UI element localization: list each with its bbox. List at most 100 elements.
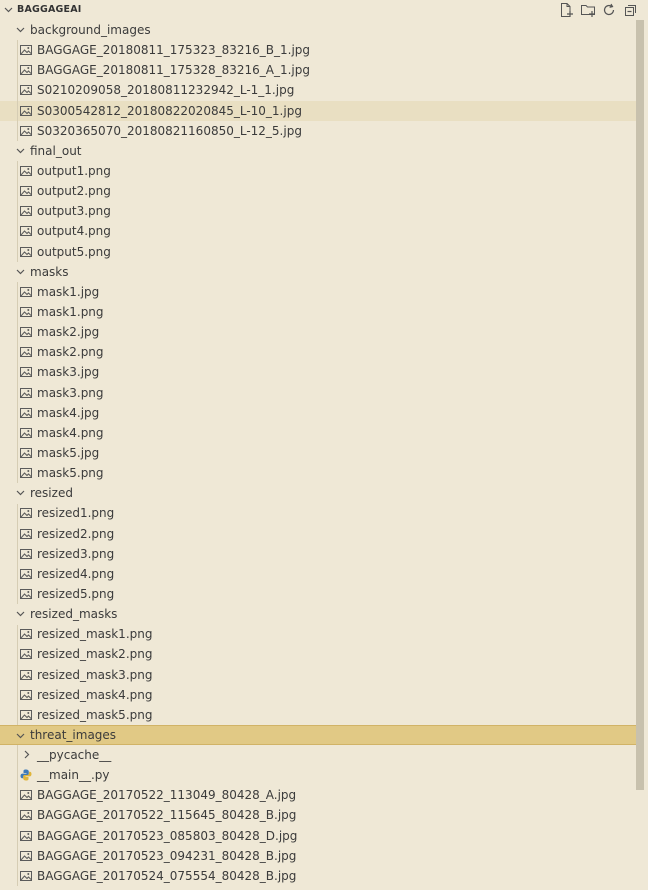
file-row[interactable]: BAGGAGE_20170523_085803_80428_D.jpg: [0, 826, 636, 846]
file-row[interactable]: mask3.jpg: [0, 362, 636, 382]
file-label: output2.png: [37, 184, 111, 199]
file-label: mask4.png: [37, 425, 104, 440]
file-label: resized1.png: [37, 506, 115, 521]
image-file-icon: [20, 548, 32, 559]
file-row[interactable]: mask5.jpg: [0, 443, 636, 463]
file-row[interactable]: output5.png: [0, 242, 636, 262]
file-row[interactable]: mask2.jpg: [0, 322, 636, 342]
file-row[interactable]: resized5.png: [0, 584, 636, 604]
folder-row-resized_masks[interactable]: resized_masks: [0, 604, 636, 624]
chevron-down-icon: [16, 269, 25, 275]
file-label: output1.png: [37, 163, 111, 178]
chevron-right-icon: [24, 750, 30, 759]
file-row[interactable]: output1.png: [0, 161, 636, 181]
explorer-header[interactable]: BAGGAGEAI: [0, 0, 648, 20]
chevron-down-icon: [16, 490, 25, 496]
image-file-icon: [20, 588, 32, 599]
image-file-icon: [20, 669, 32, 680]
image-file-icon: [20, 387, 32, 398]
file-row[interactable]: resized_mask1.png: [0, 624, 636, 644]
image-file-icon: [20, 649, 32, 660]
image-file-icon: [20, 810, 32, 821]
new-file-icon[interactable]: [558, 2, 574, 18]
folder-label: resized_masks: [30, 607, 118, 622]
folder-row-threat_images[interactable]: threat_images: [0, 724, 636, 746]
file-label: S0320365070_20180821160850_L-12_5.jpg: [37, 123, 302, 138]
image-file-icon: [20, 407, 32, 418]
file-row[interactable]: mask2.png: [0, 342, 636, 362]
file-row[interactable]: output3.png: [0, 201, 636, 221]
image-file-icon: [20, 830, 32, 841]
image-file-icon: [20, 45, 32, 56]
file-row[interactable]: resized1.png: [0, 503, 636, 523]
file-row[interactable]: BAGGAGE_20170523_094231_80428_B.jpg: [0, 846, 636, 866]
file-row[interactable]: resized_mask5.png: [0, 705, 636, 725]
file-label: BAGGAGE_20170523_085803_80428_D.jpg: [37, 828, 298, 843]
image-file-icon: [20, 306, 32, 317]
file-label: S0300542812_20180822020845_L-10_1.jpg: [37, 103, 302, 118]
file-row[interactable]: mask4.png: [0, 423, 636, 443]
file-row[interactable]: resized4.png: [0, 564, 636, 584]
file-row[interactable]: mask3.png: [0, 383, 636, 403]
file-row[interactable]: resized2.png: [0, 524, 636, 544]
file-label: output3.png: [37, 204, 111, 219]
folder-row-background_images[interactable]: background_images: [0, 20, 636, 40]
image-file-icon: [20, 468, 32, 479]
file-label: S0210209058_20180811232942_L-1_1.jpg: [37, 83, 295, 98]
file-row[interactable]: output2.png: [0, 181, 636, 201]
file-label: BAGGAGE_20180811_175328_83216_A_1.jpg: [37, 63, 310, 78]
file-row[interactable]: resized3.png: [0, 544, 636, 564]
scrollbar-thumb[interactable]: [636, 20, 644, 790]
python-file-icon: [20, 769, 32, 781]
folder-row-final_out[interactable]: final_out: [0, 141, 636, 161]
file-row[interactable]: resized_mask3.png: [0, 665, 636, 685]
folder-row-__pycache__[interactable]: __pycache__: [0, 745, 636, 765]
chevron-down-icon: [16, 733, 25, 739]
new-folder-icon[interactable]: [580, 2, 596, 18]
file-label: resized_mask2.png: [37, 647, 153, 662]
image-file-icon: [20, 709, 32, 720]
file-row[interactable]: BAGGAGE_20170522_113049_80428_A.jpg: [0, 785, 636, 805]
file-label: mask1.jpg: [37, 284, 100, 299]
chevron-down-icon[interactable]: [3, 4, 14, 15]
image-file-icon: [20, 286, 32, 297]
image-file-icon: [20, 186, 32, 197]
file-row[interactable]: __main__.py: [0, 765, 636, 785]
file-row[interactable]: mask5.png: [0, 463, 636, 483]
file-row[interactable]: mask1.png: [0, 302, 636, 322]
file-label: output5.png: [37, 244, 111, 259]
file-row[interactable]: BAGGAGE_20170522_115645_80428_B.jpg: [0, 805, 636, 825]
image-file-icon: [20, 790, 32, 801]
file-label: mask1.png: [37, 304, 104, 319]
file-row[interactable]: S0320365070_20180821160850_L-12_5.jpg: [0, 121, 636, 141]
folder-label: final_out: [30, 143, 82, 158]
file-label: mask4.jpg: [37, 405, 100, 420]
file-row[interactable]: S0210209058_20180811232942_L-1_1.jpg: [0, 80, 636, 100]
refresh-icon[interactable]: [601, 2, 617, 18]
chevron-down-icon: [16, 611, 25, 617]
file-row[interactable]: BAGGAGE_20170524_075554_80428_B.jpg: [0, 866, 636, 886]
file-label: output4.png: [37, 224, 111, 239]
file-row[interactable]: resized_mask2.png: [0, 644, 636, 664]
image-file-icon: [20, 447, 32, 458]
image-file-icon: [20, 427, 32, 438]
folder-row-masks[interactable]: masks: [0, 262, 636, 282]
file-label: BAGGAGE_20170523_094231_80428_B.jpg: [37, 848, 297, 863]
file-row[interactable]: mask1.jpg: [0, 282, 636, 302]
indent-guide: [17, 503, 18, 605]
file-row[interactable]: BAGGAGE_20180811_175328_83216_A_1.jpg: [0, 60, 636, 80]
file-row[interactable]: output4.png: [0, 221, 636, 241]
indent-guide: [17, 40, 18, 141]
collapse-all-icon[interactable]: [623, 2, 639, 18]
image-file-icon: [20, 528, 32, 539]
folder-row-resized[interactable]: resized: [0, 483, 636, 503]
folder-label: threat_images: [30, 727, 117, 742]
image-file-icon: [20, 568, 32, 579]
file-row[interactable]: resized_mask4.png: [0, 685, 636, 705]
file-label: resized_mask1.png: [37, 627, 153, 642]
file-row[interactable]: BAGGAGE_20180811_175323_83216_B_1.jpg: [0, 40, 636, 60]
file-row[interactable]: S0300542812_20180822020845_L-10_1.jpg: [0, 100, 636, 121]
file-label: __main__.py: [37, 768, 110, 783]
file-row[interactable]: mask4.jpg: [0, 403, 636, 423]
image-file-icon: [20, 125, 32, 136]
